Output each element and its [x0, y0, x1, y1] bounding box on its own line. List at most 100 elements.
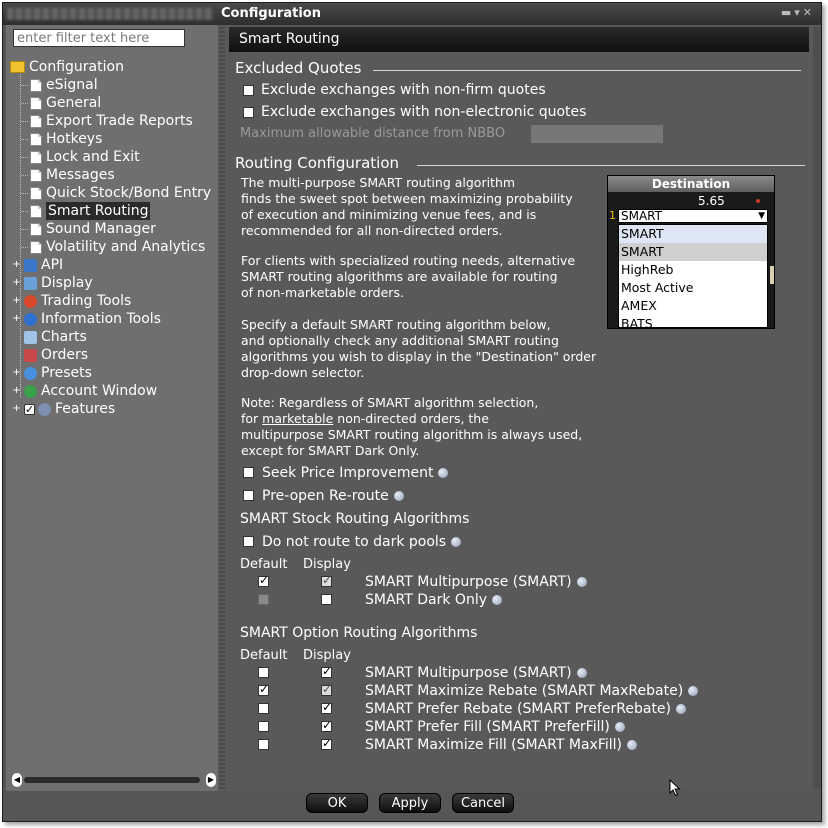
stock-default-checkbox [258, 594, 269, 605]
help-icon[interactable] [393, 491, 404, 501]
divider [373, 70, 801, 71]
routing-note: Note: Regardless of SMART algorithm sele… [241, 395, 583, 458]
panel-title: Smart Routing [229, 27, 809, 52]
expand-icon[interactable]: + [12, 277, 21, 288]
option-display-checkbox[interactable]: ✓ [321, 736, 332, 750]
option-display-checkbox[interactable]: ✓ [321, 718, 332, 732]
help-icon[interactable] [576, 668, 587, 678]
api-icon [24, 258, 37, 272]
tree-horizontal-scrollbar[interactable]: ◀ ▶ [12, 773, 216, 787]
nonfirm-checkbox[interactable] [243, 85, 254, 96]
tree-item-esignal[interactable]: eSignal [30, 76, 98, 94]
stock-display-checkbox[interactable] [321, 594, 332, 605]
option-default-checkbox[interactable] [258, 739, 269, 750]
vertical-scrollbar[interactable] [813, 27, 821, 789]
tree-item-smart-routing[interactable]: Smart Routing [30, 202, 151, 220]
scroll-right-icon[interactable]: ▶ [206, 773, 216, 787]
chevron-down-icon[interactable]: ▼ [758, 210, 765, 223]
help-icon[interactable] [438, 468, 449, 478]
tree-group-account-window[interactable]: + Account Window [12, 382, 157, 400]
destination-option[interactable]: HighReb [619, 261, 767, 279]
expand-icon[interactable]: + [12, 385, 21, 396]
tree-item-charts[interactable]: Charts [24, 328, 87, 346]
status-dot-icon [756, 199, 760, 203]
list-edge [770, 266, 774, 284]
apply-button[interactable]: Apply [379, 793, 441, 813]
tree-group-features[interactable]: + ✓ Features [12, 400, 115, 418]
tree-item-quick-stock-bond-entry[interactable]: Quick Stock/Bond Entry [30, 184, 211, 202]
tree-group-api[interactable]: + API [12, 256, 63, 274]
option-default-checkbox[interactable]: ✓ [258, 682, 269, 696]
tree-item-orders[interactable]: Orders [24, 346, 88, 364]
destination-options-list[interactable]: SMART SMART HighReb Most Active AMEX BAT… [618, 224, 768, 328]
expand-icon[interactable]: + [12, 259, 21, 270]
nonelectronic-checkbox[interactable] [243, 107, 254, 118]
expand-icon[interactable]: + [12, 367, 21, 378]
destination-option[interactable]: BATS [619, 315, 767, 327]
destination-option[interactable]: AMEX [619, 297, 767, 315]
tree-item-sound-manager[interactable]: Sound Manager [30, 220, 156, 238]
window-controls[interactable]: ▬▾✕ [781, 6, 815, 19]
option-default-checkbox[interactable] [258, 703, 269, 714]
pre-open-reroute-row: Pre-open Re-route [262, 488, 404, 504]
tree-item-export-trade-reports[interactable]: Export Trade Reports [30, 112, 193, 130]
stock-default-checkbox[interactable]: ✓ [258, 573, 269, 587]
option-display-checkbox[interactable]: ✓ [321, 664, 332, 678]
expand-icon[interactable]: + [12, 313, 21, 324]
nbbo-input[interactable] [531, 125, 663, 143]
row-index: 1 [609, 209, 616, 222]
seek-price-improvement-checkbox[interactable] [243, 467, 254, 478]
help-icon[interactable] [451, 537, 462, 547]
tree-root-configuration[interactable]: Configuration [10, 58, 124, 76]
help-icon[interactable] [614, 722, 625, 732]
option-default-checkbox[interactable] [258, 667, 269, 678]
configuration-window: Configuration ▬▾✕ enter filter text here… [2, 2, 822, 822]
tree-item-general[interactable]: General [30, 94, 101, 112]
help-icon[interactable] [576, 577, 587, 587]
expand-icon[interactable]: + [12, 403, 21, 414]
help-icon[interactable] [492, 595, 502, 605]
destination-price: 5.65 [698, 194, 725, 208]
ok-button[interactable]: OK [306, 793, 368, 813]
close-icon[interactable]: ✕ [803, 6, 815, 19]
stock-row: SMART Dark Only [365, 592, 502, 608]
features-checkbox[interactable]: ✓ [24, 403, 35, 415]
destination-option[interactable]: SMART [619, 225, 767, 243]
trading-tools-icon [24, 294, 37, 308]
tree-item-hotkeys[interactable]: Hotkeys [30, 130, 102, 148]
destination-option[interactable]: Most Active [619, 279, 767, 297]
chevron-down-icon[interactable]: ▾ [794, 6, 803, 19]
tree-item-volatility-and-analytics[interactable]: Volatility and Analytics [30, 238, 205, 256]
tree-group-information-tools[interactable]: + Information Tools [12, 310, 161, 328]
presets-icon [24, 366, 37, 380]
pre-open-reroute-checkbox[interactable] [243, 490, 254, 501]
tree-item-lock-and-exit[interactable]: Lock and Exit [30, 148, 140, 166]
folder-icon [10, 61, 25, 73]
excluded-quotes-heading: Excluded Quotes [235, 59, 362, 77]
tree-guide-line [20, 68, 21, 398]
help-icon[interactable] [627, 740, 638, 750]
destination-option[interactable]: SMART [619, 243, 767, 261]
tree-group-presets[interactable]: + Presets [12, 364, 92, 382]
scroll-left-icon[interactable]: ◀ [12, 773, 22, 787]
option-display-checkbox: ✓ [321, 682, 333, 696]
stock-algorithms-heading: SMART Stock Routing Algorithms [240, 511, 470, 527]
scrollbar-thumb[interactable] [24, 777, 200, 783]
nonelectronic-label: Exclude exchanges with non-electronic qu… [261, 104, 587, 120]
filter-input[interactable]: enter filter text here [13, 29, 185, 47]
help-icon[interactable] [688, 686, 699, 696]
pin-icon[interactable]: ▬ [781, 6, 794, 19]
title-bar: Configuration ▬▾✕ [3, 3, 821, 25]
tree-group-trading-tools[interactable]: + Trading Tools [12, 292, 131, 310]
help-icon[interactable] [676, 704, 687, 714]
stock-col-display: Display [303, 557, 351, 572]
option-default-checkbox[interactable] [258, 721, 269, 732]
navigation-pane: enter filter text here Configuration eSi… [6, 25, 218, 791]
tree-group-display[interactable]: + Display [12, 274, 92, 292]
destination-select[interactable]: SMART ▼ [618, 209, 768, 223]
cancel-button[interactable]: Cancel [452, 793, 514, 813]
tree-item-messages[interactable]: Messages [30, 166, 115, 184]
expand-icon[interactable]: + [12, 295, 21, 306]
dark-pools-checkbox[interactable] [243, 536, 254, 547]
option-display-checkbox[interactable]: ✓ [321, 700, 332, 714]
